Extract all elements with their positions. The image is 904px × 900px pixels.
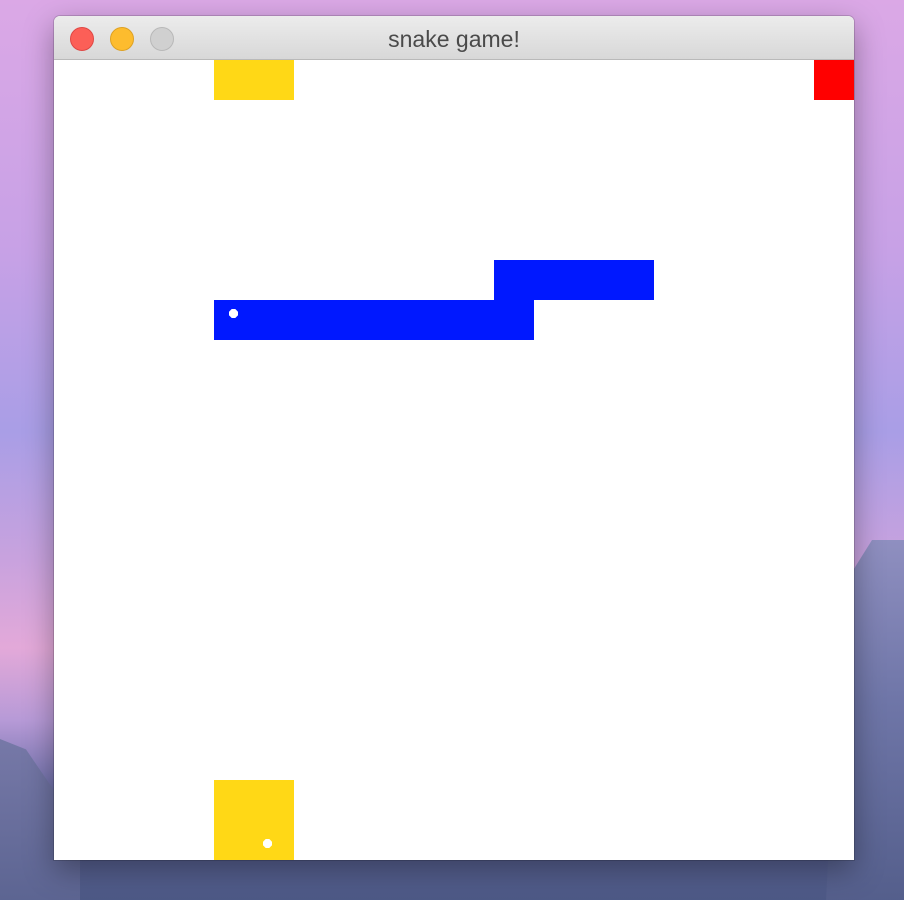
snake-segment <box>454 300 494 340</box>
snake-segment <box>494 260 534 300</box>
obstacle-block <box>214 780 254 820</box>
snake-head <box>214 300 254 340</box>
snake-segment <box>414 300 454 340</box>
obstacle-block <box>254 820 294 860</box>
snake-segment <box>614 260 654 300</box>
snake-segment <box>494 300 534 340</box>
snake-segment <box>534 260 574 300</box>
food-block <box>814 60 854 100</box>
game-board[interactable] <box>54 60 854 860</box>
title-bar[interactable]: snake game! <box>54 16 854 60</box>
snake-segment <box>574 260 614 300</box>
snake-segment <box>334 300 374 340</box>
obstacle-block <box>254 780 294 820</box>
game-window: snake game! <box>54 16 854 860</box>
snake-eye-icon <box>229 309 238 318</box>
snake-segment <box>374 300 414 340</box>
obstacle-eye-icon <box>263 839 272 848</box>
snake-segment <box>254 300 294 340</box>
obstacle-block <box>214 60 254 100</box>
obstacle-block <box>254 60 294 100</box>
window-title: snake game! <box>388 26 520 52</box>
snake-segment <box>294 300 334 340</box>
obstacle-block <box>214 820 254 860</box>
